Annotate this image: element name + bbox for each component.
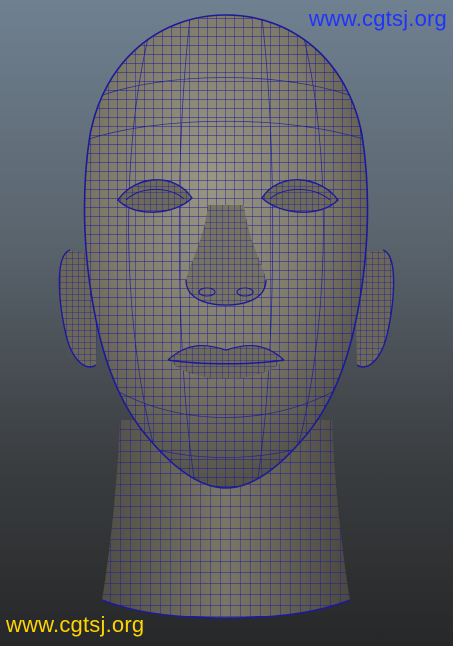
watermark-bottom: www.cgtsj.org [6, 612, 145, 637]
3d-viewport[interactable]: www.cgtsj.org www.cgtsj.org [0, 0, 453, 646]
wireframe-head-model[interactable] [0, 0, 453, 646]
watermark-top: www.cgtsj.org [308, 6, 447, 31]
